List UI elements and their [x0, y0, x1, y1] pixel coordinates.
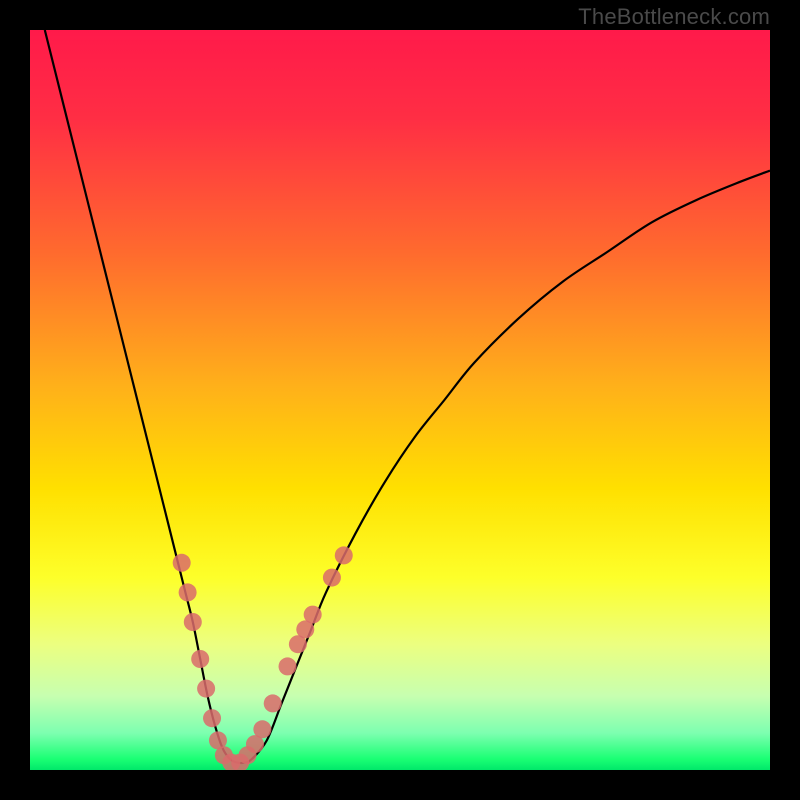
highlight-point: [304, 606, 322, 624]
highlight-point: [279, 657, 297, 675]
chart-svg: [30, 30, 770, 770]
highlight-point: [191, 650, 209, 668]
highlight-markers: [173, 546, 353, 770]
highlight-point: [253, 720, 271, 738]
watermark-text: TheBottleneck.com: [578, 4, 770, 30]
highlight-point: [179, 583, 197, 601]
highlight-point: [173, 554, 191, 572]
highlight-point: [264, 694, 282, 712]
plot-area: [30, 30, 770, 770]
highlight-point: [323, 569, 341, 587]
highlight-point: [197, 680, 215, 698]
highlight-point: [335, 546, 353, 564]
bottleneck-curve: [45, 30, 770, 763]
highlight-point: [184, 613, 202, 631]
outer-frame: TheBottleneck.com: [0, 0, 800, 800]
highlight-point: [203, 709, 221, 727]
